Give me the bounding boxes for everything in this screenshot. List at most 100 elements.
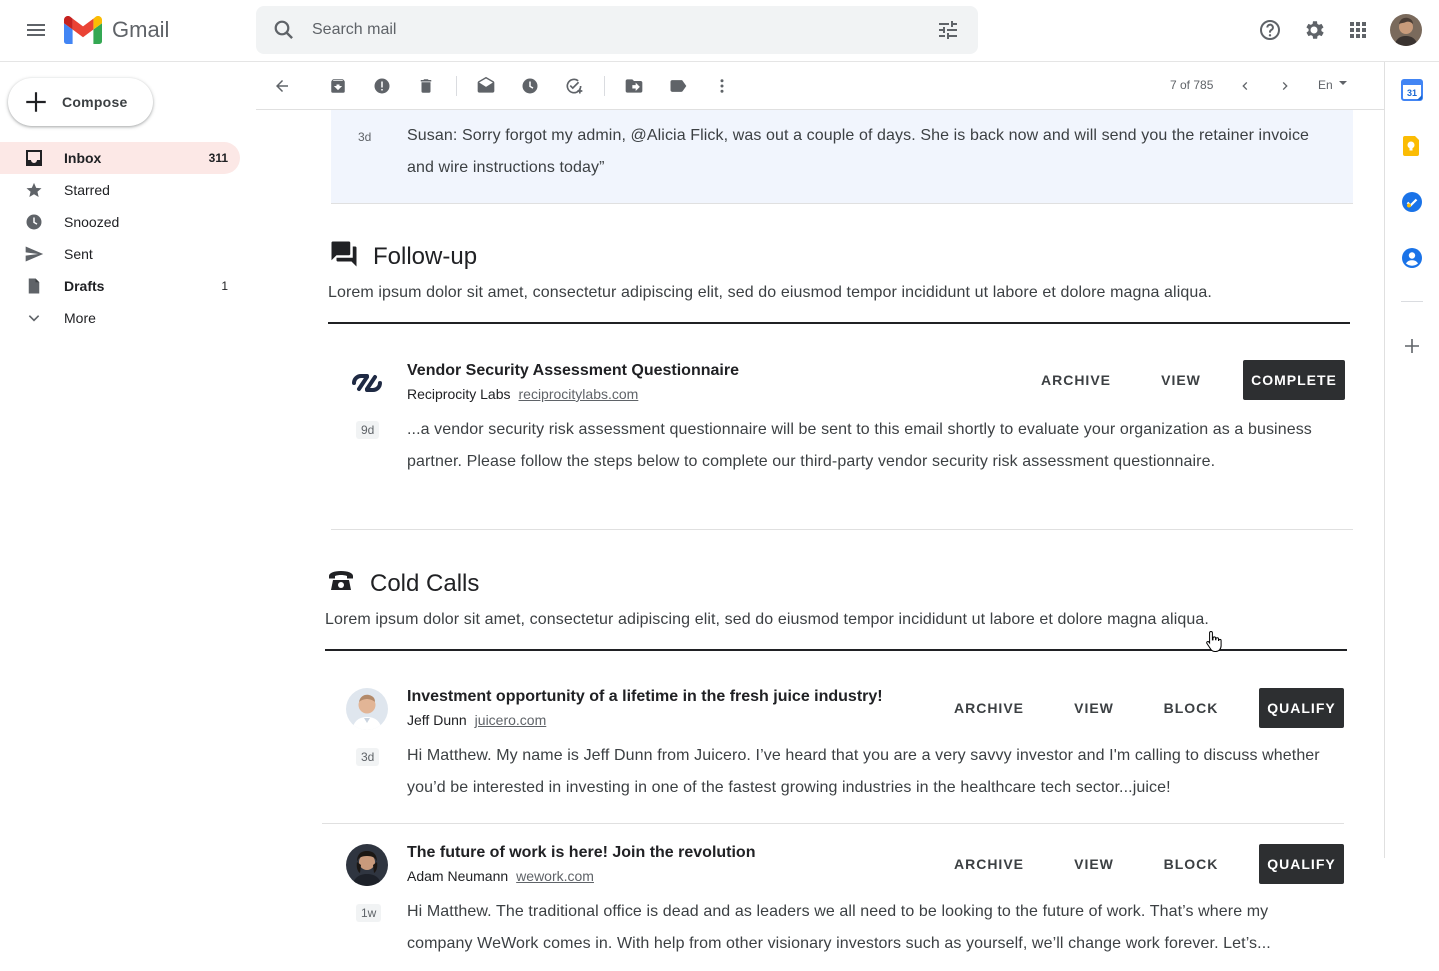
app-name: Gmail — [112, 17, 170, 42]
archive-icon[interactable] — [326, 74, 350, 98]
keep-icon[interactable] — [1401, 135, 1423, 157]
gmail-logo[interactable]: Gmail — [64, 15, 169, 45]
section-rule — [325, 649, 1347, 651]
message-toolbar: 7 of 785 En — [256, 62, 1384, 110]
sender-name: Adam Neumann — [407, 868, 509, 884]
input-language-selector[interactable]: En — [1318, 78, 1348, 92]
main-menu-icon[interactable] — [24, 18, 48, 42]
message-content: 3d Susan: Sorry forgot my admin, @Alicia… — [256, 110, 1384, 971]
label-icon[interactable] — [666, 74, 690, 98]
chevron-right-icon[interactable] — [1273, 74, 1297, 98]
mail-sender: Jeff Dunn juicero.com — [407, 712, 546, 728]
mail-sender: Adam Neumann wework.com — [407, 868, 594, 884]
back-arrow-icon[interactable] — [270, 74, 294, 98]
move-to-icon[interactable] — [622, 74, 646, 98]
qualify-button[interactable]: QUALIFY — [1259, 688, 1344, 728]
tasks-icon[interactable] — [1401, 191, 1423, 213]
sender-domain-link[interactable]: wework.com — [516, 868, 594, 884]
sidebar-item-label: Sent — [64, 246, 93, 262]
account-avatar[interactable] — [1390, 14, 1422, 46]
search-options-icon[interactable] — [936, 18, 960, 42]
calendar-icon[interactable]: 31 — [1401, 79, 1423, 101]
chevron-left-icon[interactable] — [1233, 74, 1257, 98]
send-icon — [24, 244, 44, 264]
sender-domain-link[interactable]: reciprocitylabs.com — [519, 386, 639, 402]
previous-message-card[interactable]: 3d Susan: Sorry forgot my admin, @Alicia… — [331, 110, 1353, 204]
mail-divider — [331, 529, 1353, 530]
message-age: 3d — [358, 130, 372, 144]
star-icon — [24, 180, 44, 200]
qualify-button[interactable]: QUALIFY — [1259, 844, 1344, 884]
phone-icon — [326, 566, 356, 601]
search-input[interactable] — [312, 6, 912, 54]
sender-domain-link[interactable]: juicero.com — [475, 712, 547, 728]
view-button[interactable]: VIEW — [1059, 688, 1129, 728]
compose-label: Compose — [62, 94, 128, 110]
delete-icon[interactable] — [414, 74, 438, 98]
section-title: Follow-up — [373, 242, 478, 270]
sidebar-item-sent[interactable]: Sent — [0, 238, 240, 270]
message-pager: 7 of 785 — [1170, 78, 1214, 92]
sidebar-nav: Inbox 311 Starred Snoozed Sent Drafts 1 … — [0, 142, 240, 334]
section-description: Lorem ipsum dolor sit amet, consectetur … — [328, 284, 1212, 301]
mail-subject: Vendor Security Assessment Questionnaire — [407, 362, 739, 379]
mark-unread-icon[interactable] — [474, 74, 498, 98]
report-spam-icon[interactable] — [370, 74, 394, 98]
section-title: Cold Calls — [370, 569, 480, 597]
inbox-icon — [24, 148, 44, 168]
draft-icon — [24, 276, 44, 296]
sidebar-item-inbox[interactable]: Inbox 311 — [0, 142, 240, 174]
top-bar: Gmail — [0, 0, 1439, 62]
sidebar-item-drafts[interactable]: Drafts 1 — [0, 270, 240, 302]
section-header-follow-up: Follow-up — [329, 239, 477, 274]
toolbar-separator — [456, 76, 457, 96]
section-rule — [328, 322, 1350, 324]
side-panel-rail: 31 — [1384, 62, 1439, 858]
sidebar-item-label: Inbox — [64, 150, 102, 166]
sidebar-item-snoozed[interactable]: Snoozed — [0, 206, 240, 238]
unread-count: 311 — [208, 151, 228, 165]
sender-name: Reciprocity Labs — [407, 386, 511, 402]
block-button[interactable]: BLOCK — [1153, 688, 1229, 728]
toolbar-separator — [604, 76, 605, 96]
help-icon[interactable] — [1258, 18, 1282, 42]
draft-count: 1 — [221, 279, 228, 293]
archive-button[interactable]: ARCHIVE — [941, 688, 1037, 728]
section-header-cold-calls: Cold Calls — [326, 566, 479, 601]
add-addon-icon[interactable] — [1401, 335, 1423, 357]
sidebar-item-more[interactable]: More — [0, 302, 240, 334]
language-label: En — [1318, 78, 1333, 92]
complete-button[interactable]: COMPLETE — [1243, 360, 1345, 400]
compose-button[interactable]: Compose — [8, 78, 153, 126]
sidebar-item-label: Snoozed — [64, 214, 120, 230]
search-icon[interactable] — [272, 18, 296, 42]
mail-card-wework[interactable]: The future of work is here! Join the rev… — [346, 844, 1352, 971]
archive-button[interactable]: ARCHIVE — [1028, 360, 1124, 400]
sidebar-item-label: Drafts — [64, 278, 105, 294]
archive-button[interactable]: ARCHIVE — [941, 844, 1037, 884]
section-description: Lorem ipsum dolor sit amet, consectetur … — [325, 611, 1209, 628]
mail-snippet: Hi Matthew. My name is Jeff Dunn from Ju… — [407, 747, 1320, 796]
mail-card-juicero[interactable]: Investment opportunity of a lifetime in … — [346, 688, 1352, 818]
more-vert-icon[interactable] — [710, 74, 734, 98]
apps-grid-icon[interactable] — [1346, 18, 1370, 42]
snooze-icon[interactable] — [518, 74, 542, 98]
hand-cursor-icon — [1206, 630, 1222, 652]
mail-sender: Reciprocity Labs reciprocitylabs.com — [407, 386, 638, 402]
message-age: 1w — [356, 904, 382, 922]
rail-separator — [1401, 301, 1423, 302]
sidebar-item-label: Starred — [64, 182, 110, 198]
view-button[interactable]: VIEW — [1146, 360, 1216, 400]
gmail-m-icon — [64, 16, 102, 44]
mail-card-vendor-security[interactable]: Vendor Security Assessment Questionnaire… — [346, 360, 1352, 532]
sidebar-item-starred[interactable]: Starred — [0, 174, 240, 206]
contacts-icon[interactable] — [1401, 247, 1423, 269]
add-task-icon[interactable] — [562, 74, 586, 98]
view-button[interactable]: VIEW — [1059, 844, 1129, 884]
mail-divider — [322, 823, 1344, 824]
settings-icon[interactable] — [1302, 18, 1326, 42]
calendar-day: 31 — [1407, 88, 1417, 98]
plus-icon — [8, 89, 64, 115]
block-button[interactable]: BLOCK — [1153, 844, 1229, 884]
caret-down-icon — [1339, 81, 1348, 85]
